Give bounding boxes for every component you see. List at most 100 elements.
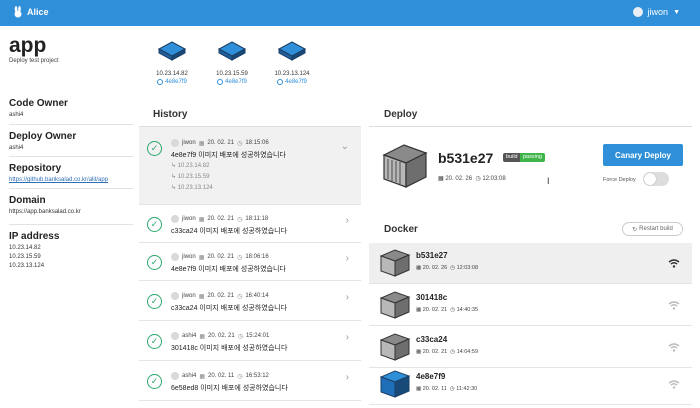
- logo-text: Alice: [27, 7, 49, 17]
- domain-section: Domain https://app.banksalad.co.kr: [9, 195, 132, 217]
- history-target: ↳ 10.23.14.82: [171, 163, 210, 169]
- ip-address-value: 10.23.13.124: [9, 263, 45, 269]
- build-badge-status: passing: [520, 153, 545, 162]
- docker-time: 12:03:08: [456, 265, 479, 271]
- history-message: c33ca24 이미지 배포에 성공하였습니다: [171, 305, 288, 312]
- chevron-right-icon[interactable]: ›: [346, 332, 349, 343]
- docker-item[interactable]: 4e8e7f9 ▦ 20. 02. 11 ◷ 11:42:30: [369, 364, 692, 405]
- deploy-time: 12:03:08: [482, 176, 506, 182]
- history-time: 18:11:18: [245, 216, 269, 222]
- history-item[interactable]: ✓ jiwon ▦ 20. 02. 21 ◷ 18:15:06 4e8e7f9 …: [139, 127, 361, 205]
- check-circle-icon: ✓: [147, 141, 162, 156]
- restart-build-label: Restart build: [639, 226, 673, 232]
- container-icon: [382, 144, 428, 188]
- user-avatar: [632, 7, 643, 17]
- history-meta: jiwon ▦ 20. 02. 21 ◷ 18:06:16: [171, 253, 269, 261]
- repository-link[interactable]: https://github.banksalad.co.kr/alit/app: [9, 176, 132, 185]
- check-icon: [277, 79, 284, 85]
- deploy-date: 20. 02. 26: [445, 176, 473, 182]
- check-icon: [217, 79, 224, 85]
- toggle-knob: [644, 173, 656, 185]
- history-meta: jiwon ▦ 20. 02. 21 ◷ 16:40:14: [171, 292, 269, 300]
- history-item[interactable]: ✓ jiwon ▦ 20. 02. 21 ◷ 18:06:16 4e8e7f9 …: [139, 243, 361, 281]
- history-target: ↳ 10.23.15.59: [171, 174, 210, 180]
- history-target-ip: 10.23.14.82: [177, 163, 210, 169]
- docker-name: c33ca24: [416, 335, 448, 344]
- server-icon: [277, 41, 307, 61]
- user-avatar: [171, 332, 179, 340]
- chevron-right-icon[interactable]: ›: [346, 253, 349, 264]
- history-target: ↳ 10.23.13.124: [171, 185, 213, 191]
- docker-item[interactable]: 301418c ▦ 20. 02. 21 ◷ 14:40:35: [369, 285, 692, 326]
- server-ip: 10.23.13.124: [274, 71, 310, 77]
- docker-meta: ▦ 20. 02. 21 ◷ 14:04:59: [416, 349, 479, 355]
- docker-date: 20. 02. 21: [422, 349, 448, 355]
- server-hash: 4e8e7f9: [147, 79, 197, 85]
- chevron-right-icon[interactable]: ›: [346, 215, 349, 226]
- server-node[interactable]: 10.23.15.59 4e8e7f9: [207, 40, 257, 85]
- history-date: 20. 02. 21: [208, 333, 235, 339]
- ip-address-value: 10.23.14.82: [9, 245, 41, 251]
- deploy-owner-section: Deploy Owner ashi4: [9, 131, 132, 153]
- deploy-signal-icon[interactable]: [668, 380, 680, 389]
- deploy-signal-icon[interactable]: [668, 301, 680, 310]
- docker-item[interactable]: b531e27 ▦ 20. 02. 26 ◷ 12:03:08: [369, 243, 692, 284]
- history-item[interactable]: ✓ ashi4 ▦ 20. 02. 11 ◷ 16:53:12 6e58ed8 …: [139, 361, 361, 401]
- history-date: 20. 02. 21: [207, 254, 235, 260]
- docker-title: Docker: [384, 224, 418, 235]
- history-date: 20. 02. 21: [207, 140, 235, 146]
- chevron-right-icon[interactable]: ›: [346, 372, 349, 383]
- chevron-down-icon[interactable]: ⌄: [341, 141, 349, 152]
- deploy-owner-label: Deploy Owner: [9, 131, 77, 142]
- user-menu[interactable]: jiwon ▼: [632, 7, 680, 17]
- server-hash: 4e8e7f9: [207, 79, 257, 85]
- docker-meta: ▦ 20. 02. 26 ◷ 12:03:08: [416, 265, 479, 271]
- docker-meta: ▦ 20. 02. 21 ◷ 14:40:35: [416, 307, 479, 313]
- chevron-right-icon[interactable]: ›: [346, 292, 349, 303]
- code-owner-value: ashi4: [9, 112, 24, 118]
- clock-icon: ◷: [475, 176, 481, 182]
- app-description: Deploy test project: [9, 58, 59, 64]
- history-target-ip: 10.23.15.59: [177, 174, 210, 180]
- user-avatar: [171, 372, 179, 380]
- server-hash: 4e8e7f9: [267, 79, 317, 85]
- clock-icon: ◷: [237, 254, 243, 261]
- server-node[interactable]: 10.23.14.82 4e8e7f9: [147, 40, 197, 85]
- restart-build-button[interactable]: ↻ Restart build: [622, 222, 683, 236]
- history-item[interactable]: ✓ jiwon ▦ 20. 02. 21 ◷ 16:40:14 c33ca24 …: [139, 281, 361, 321]
- calendar-icon: ▦: [199, 333, 206, 340]
- check-circle-icon: ✓: [147, 334, 162, 349]
- deploy-signal-icon[interactable]: [668, 259, 680, 268]
- deploy-meta: ▦ 20. 02. 26 ◷ 12:03:08: [438, 175, 506, 182]
- check-circle-icon: ✓: [147, 294, 162, 309]
- history-time: 18:15:06: [245, 140, 269, 146]
- history-item[interactable]: ✓ ashi4 ▦ 20. 02. 21 ◷ 15:24:01 301418c …: [139, 321, 361, 361]
- logo[interactable]: Alice: [12, 6, 49, 18]
- history-date: 20. 02. 11: [208, 373, 235, 379]
- docker-time: 14:40:35: [456, 307, 479, 313]
- docker-date: 20. 02. 26: [422, 265, 448, 271]
- docker-date: 20. 02. 11: [422, 386, 447, 392]
- docker-name: 301418c: [416, 293, 448, 302]
- code-owner-label: Code Owner: [9, 98, 68, 109]
- calendar-icon: ▦: [438, 176, 444, 182]
- container-icon-partial: [380, 402, 412, 408]
- docker-time: 14:04:59: [456, 349, 479, 355]
- force-deploy-toggle[interactable]: [643, 172, 669, 186]
- ip-address-section: IP address 10.23.14.82 10.23.15.59 10.23…: [9, 231, 132, 271]
- history-title: History: [153, 109, 188, 120]
- history-user: ashi4: [182, 373, 197, 379]
- divider: [9, 156, 133, 157]
- history-time: 15:24:01: [245, 333, 270, 339]
- history-message: 4e8e7f9 이미지 배포에 성공하였습니다: [171, 152, 286, 159]
- user-avatar: [171, 215, 179, 223]
- history-item[interactable]: ✓ jiwon ▦ 20. 02. 21 ◷ 18:11:18 c33ca24 …: [139, 205, 361, 243]
- deploy-signal-icon[interactable]: [668, 343, 680, 352]
- history-message: 6e58ed8 이미지 배포에 성공하였습니다: [171, 385, 288, 392]
- history-user: ashi4: [182, 333, 197, 339]
- docker-item[interactable]: c33ca24 ▦ 20. 02. 21 ◷ 14:04:59: [369, 327, 692, 368]
- divider: [9, 224, 133, 225]
- canary-deploy-button[interactable]: Canary Deploy: [603, 144, 683, 166]
- history-meta: ashi4 ▦ 20. 02. 21 ◷ 15:24:01: [171, 332, 269, 340]
- server-node[interactable]: 10.23.13.124 4e8e7f9: [267, 40, 317, 85]
